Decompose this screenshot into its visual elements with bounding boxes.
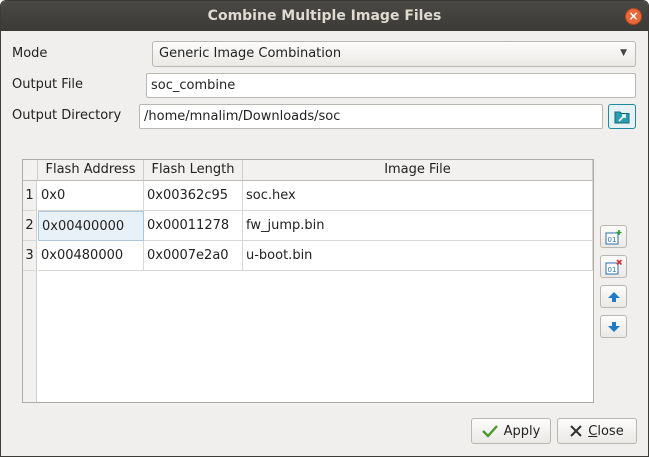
apply-button[interactable]: Apply bbox=[471, 418, 551, 444]
mode-select[interactable]: Generic Image Combination ▼ bbox=[152, 41, 636, 67]
cell-flash-address[interactable]: 0x00480000 bbox=[38, 241, 144, 271]
output-file-value: soc_combine bbox=[151, 78, 236, 93]
folder-open-icon bbox=[614, 111, 630, 123]
move-down-button[interactable] bbox=[600, 315, 627, 338]
remove-row-button[interactable]: 01 bbox=[600, 255, 627, 278]
add-row-button[interactable]: 01 bbox=[600, 225, 627, 248]
svg-text:01: 01 bbox=[607, 266, 616, 274]
cell-flash-length[interactable]: 0x00011278 bbox=[144, 211, 243, 241]
column-header-image-file[interactable]: Image File bbox=[243, 160, 593, 181]
row-number[interactable]: 1 bbox=[23, 181, 37, 211]
svg-text:01: 01 bbox=[607, 236, 616, 244]
output-file-input[interactable]: soc_combine bbox=[146, 73, 636, 98]
title-bar[interactable]: Combine Multiple Image Files × bbox=[1, 1, 648, 31]
output-file-label: Output File bbox=[12, 77, 84, 92]
cell-image-file[interactable]: u-boot.bin bbox=[243, 241, 593, 271]
close-icon bbox=[570, 425, 582, 437]
mode-select-value: Generic Image Combination bbox=[159, 46, 342, 61]
close-button-label: Close bbox=[588, 424, 623, 439]
table-corner bbox=[23, 160, 38, 181]
cell-image-file[interactable]: fw_jump.bin bbox=[243, 211, 593, 241]
checkmark-icon bbox=[481, 425, 498, 438]
cell-flash-address[interactable]: 0x0 bbox=[38, 181, 144, 211]
row-number[interactable]: 2 bbox=[23, 211, 37, 241]
output-directory-value: /home/mnalim/Downloads/soc bbox=[144, 109, 341, 124]
output-directory-label: Output Directory bbox=[12, 108, 122, 123]
mode-label: Mode bbox=[12, 46, 48, 61]
cell-flash-length[interactable]: 0x00362c95 bbox=[144, 181, 243, 211]
browse-directory-button[interactable] bbox=[608, 104, 636, 129]
cell-flash-address-selected[interactable]: 0x00400000 bbox=[38, 211, 144, 241]
row-header-filler bbox=[23, 271, 37, 402]
cell-image-file[interactable]: soc.hex bbox=[243, 181, 593, 211]
arrow-up-icon bbox=[607, 291, 620, 302]
close-button[interactable]: Close bbox=[557, 418, 637, 444]
arrow-down-icon bbox=[607, 321, 620, 332]
window-title: Combine Multiple Image Files bbox=[207, 8, 442, 24]
row-number[interactable]: 3 bbox=[23, 241, 37, 271]
window-close-button[interactable]: × bbox=[625, 8, 642, 25]
image-files-table[interactable]: Flash Address Flash Length Image File 1 … bbox=[22, 159, 594, 403]
move-up-button[interactable] bbox=[600, 285, 627, 308]
dialog-window: Combine Multiple Image Files × Mode Gene… bbox=[0, 0, 649, 457]
close-button-label-rest: lose bbox=[597, 423, 624, 439]
column-header-flash-length[interactable]: Flash Length bbox=[144, 160, 243, 181]
remove-row-icon: 01 bbox=[605, 258, 622, 274]
add-row-icon: 01 bbox=[605, 229, 621, 244]
close-button-mnemonic: C bbox=[588, 423, 598, 439]
close-icon: × bbox=[628, 9, 639, 23]
column-header-flash-address[interactable]: Flash Address bbox=[38, 160, 144, 181]
output-directory-input[interactable]: /home/mnalim/Downloads/soc bbox=[139, 104, 603, 129]
apply-button-label: Apply bbox=[503, 423, 541, 439]
cell-flash-length[interactable]: 0x0007e2a0 bbox=[144, 241, 243, 271]
chevron-down-icon: ▼ bbox=[620, 48, 627, 58]
